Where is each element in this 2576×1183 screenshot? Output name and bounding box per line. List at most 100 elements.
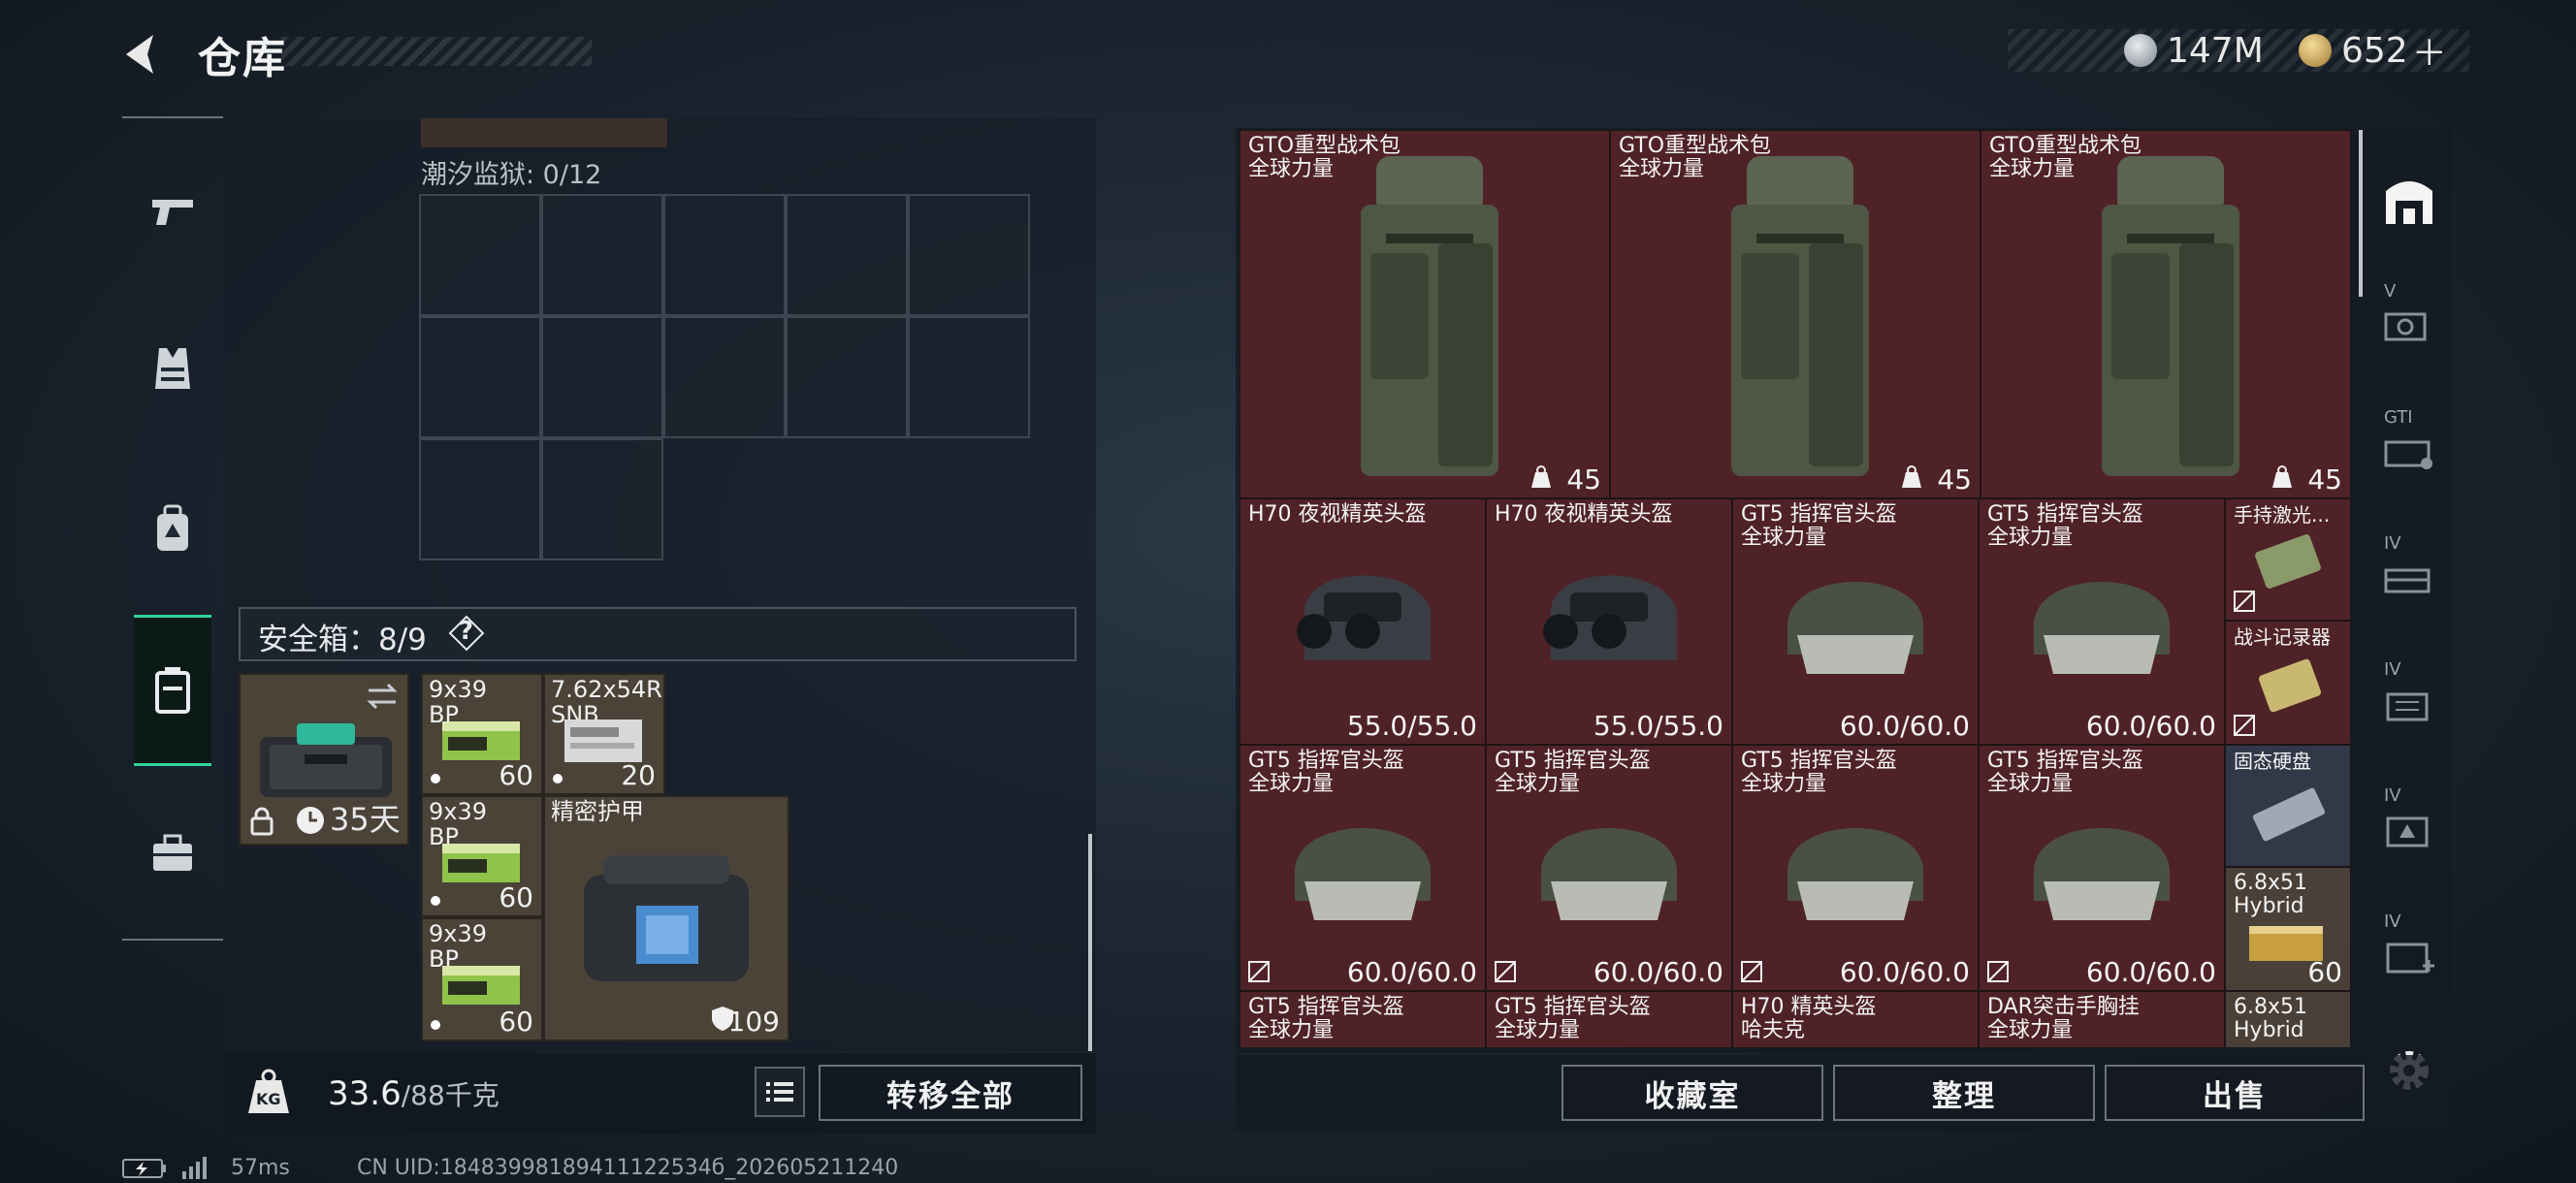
chest-rig-item[interactable]: DAR突击手胸挂 全球力量: [1979, 991, 2225, 1047]
item-name: 6.8x51 Hybrid: [2234, 995, 2308, 1042]
grid-slot[interactable]: [908, 316, 1030, 438]
item-durability: 55.0/55.0: [1593, 710, 1723, 742]
helmet-item[interactable]: GT5 指挥官头盔 全球力量 60.0/60.0: [1486, 745, 1732, 991]
grid-slot[interactable]: [786, 316, 908, 438]
helmet-item[interactable]: H70 夜视精英头盔 55.0/55.0: [1240, 498, 1486, 745]
tab-storage-6[interactable]: IV: [2370, 776, 2448, 882]
item-label: GT5 指挥官头盔 全球力量: [1987, 750, 2143, 796]
grid-slot[interactable]: [663, 194, 786, 316]
list-view-button[interactable]: [755, 1067, 805, 1117]
nav-safebox[interactable]: [134, 615, 211, 766]
gold-currency[interactable]: 652 ＋: [2299, 29, 2447, 74]
tab-level-tag: IV: [2384, 659, 2401, 680]
collection-room-button[interactable]: 收藏室: [1562, 1065, 1823, 1121]
container-icon: [2386, 692, 2429, 721]
sell-button[interactable]: 出售: [2105, 1065, 2365, 1121]
item-count: 60: [2307, 956, 2342, 988]
ammo-item[interactable]: 6.8x51 Hybrid 60: [2225, 867, 2351, 991]
ammo-item[interactable]: 6.8x51 Hybrid: [2225, 991, 2351, 1047]
ammo-item[interactable]: 9x39 BP 60: [421, 673, 543, 795]
helmet-item[interactable]: GT5 指挥官头盔 全球力量 60.0/60.0: [1732, 498, 1979, 745]
helmet-item[interactable]: GT5 指挥官头盔 全球力量: [1240, 991, 1486, 1047]
sort-button[interactable]: 整理: [1833, 1065, 2095, 1121]
backpack-item[interactable]: GTO重型战术包 全球力量 45: [1240, 130, 1610, 498]
grid-slot[interactable]: [541, 438, 663, 560]
silver-currency[interactable]: 147M: [2124, 29, 2264, 72]
laser-device-image: [2255, 534, 2321, 589]
item-brand: 全球力量: [1248, 772, 1335, 796]
weight-current: 33.6: [328, 1074, 402, 1113]
weight-icon: KG: [242, 1067, 295, 1119]
partial-item-top: [421, 118, 667, 147]
item-durability: 60.0/60.0: [2085, 956, 2216, 988]
back-button[interactable]: [118, 29, 169, 80]
nav-weapons[interactable]: [132, 153, 213, 270]
item-count: 60: [499, 1006, 533, 1038]
item-dot: [431, 774, 440, 783]
nvg-helmet-image: [1543, 575, 1677, 660]
backpack-icon: [157, 504, 188, 551]
item-dot: [431, 1020, 440, 1030]
helmet-item[interactable]: GT5 指挥官头盔 全球力量: [1486, 991, 1732, 1047]
ssd-item[interactable]: 固态硬盘: [2225, 745, 2351, 867]
inventory-scrollbar[interactable]: [2359, 130, 2363, 297]
helmet-item[interactable]: GT5 指挥官头盔 全球力量 60.0/60.0: [1979, 745, 2225, 991]
help-mark: ?: [459, 617, 474, 646]
helmet-item[interactable]: GT5 指挥官头盔 全球力量 60.0/60.0: [1732, 745, 1979, 991]
tab-storage-5[interactable]: IV: [2370, 650, 2448, 756]
grid-slot[interactable]: [663, 316, 786, 438]
nav-toolbox[interactable]: [132, 795, 213, 911]
backpack-item[interactable]: GTO重型战术包 全球力量 45: [1610, 130, 1980, 498]
item-name: DAR突击手胸挂: [1987, 995, 2140, 1019]
help-button[interactable]: ?: [448, 615, 485, 652]
storage-shelf-icon: [2384, 568, 2431, 593]
tab-storage-4[interactable]: IV: [2370, 524, 2448, 630]
storage-scrollbar[interactable]: [1088, 834, 1092, 1051]
item-name: GT5 指挥官头盔: [1495, 749, 1651, 773]
tab-storage-7[interactable]: IV: [2370, 902, 2448, 1008]
safe-case-item[interactable]: 35天: [239, 673, 409, 846]
commander-helmet-image: [1787, 828, 1923, 920]
ping-readout: 57ms: [231, 1156, 290, 1180]
grid-slot[interactable]: [541, 316, 663, 438]
grid-slot[interactable]: [419, 438, 541, 560]
item-label: GT5 指挥官头盔 全球力量: [1248, 750, 1404, 796]
warehouse-icon: [2386, 181, 2432, 224]
grid-slot[interactable]: [419, 194, 541, 316]
helmet-item[interactable]: H70 精英头盔 哈夫克: [1732, 991, 1979, 1047]
combat-recorder-item[interactable]: 战斗记录器: [2225, 621, 2351, 745]
item-value: 45: [1566, 464, 1601, 496]
item-durability: 60.0/60.0: [1839, 956, 1970, 988]
ammo-item[interactable]: 9x39 BP 60: [421, 917, 543, 1041]
tab-all-storage[interactable]: [2370, 145, 2448, 252]
helmet-item[interactable]: GT5 指挥官头盔 全球力量 60.0/60.0: [1240, 745, 1486, 991]
item-name: 战斗记录器: [2234, 625, 2331, 649]
grid-slot[interactable]: [541, 194, 663, 316]
laser-item[interactable]: 手持激光...: [2225, 498, 2351, 621]
helmet-item[interactable]: H70 夜视精英头盔 55.0/55.0: [1486, 498, 1732, 745]
add-gold-icon[interactable]: ＋: [2412, 25, 2447, 76]
no-trade-icon: [2234, 591, 2255, 612]
nav-armor[interactable]: [132, 310, 213, 427]
inventory-grid: GTO重型战术包 全球力量 45 GTO重型战术包 全球力量 45 GTO重型战术包…: [1240, 130, 2351, 1047]
tab-equipment[interactable]: GTI: [2370, 398, 2448, 504]
ammo-item[interactable]: 7.62x54R SNB 20: [543, 673, 665, 795]
ammo-item[interactable]: 9x39 BP 60: [421, 795, 543, 917]
pistol-icon: [152, 200, 193, 225]
armor-item[interactable]: 精密护甲 109: [543, 795, 789, 1041]
nav-backpack[interactable]: [132, 471, 213, 588]
silver-value: 147M: [2167, 30, 2264, 71]
grid-slot[interactable]: [786, 194, 908, 316]
weight-small-icon: [2272, 465, 2292, 488]
case-image: [260, 723, 392, 797]
grid-slot[interactable]: [908, 194, 1030, 316]
backpack-item[interactable]: GTO重型战术包 全球力量 45: [1980, 130, 2351, 498]
grid-slot[interactable]: [419, 316, 541, 438]
transfer-all-button[interactable]: 转移全部: [819, 1065, 1082, 1121]
signal-icon: [182, 1157, 207, 1179]
tab-weapons[interactable]: V: [2370, 272, 2448, 378]
no-trade-icon: [1248, 961, 1270, 982]
helmet-item[interactable]: GT5 指挥官头盔 全球力量 60.0/60.0: [1979, 498, 2225, 745]
safebox-icon: [155, 667, 190, 714]
swap-icon[interactable]: [365, 683, 400, 710]
